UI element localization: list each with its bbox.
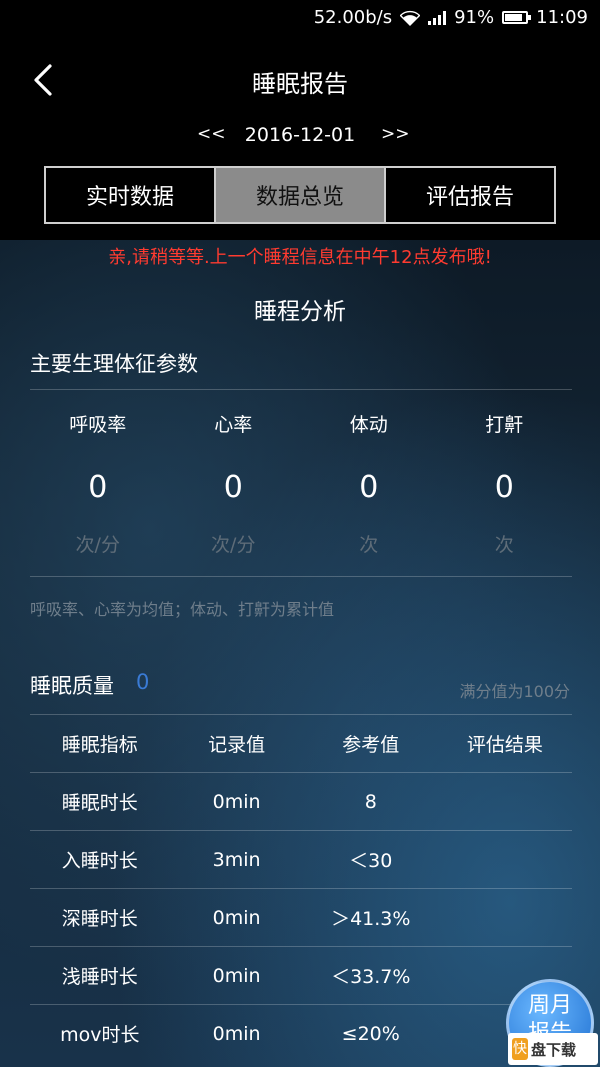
- vital-unit: 次: [494, 534, 514, 556]
- vital-value: 0: [223, 470, 243, 505]
- vitals-title: 主要生理体征参数: [30, 352, 198, 376]
- watermark-text: 盘下载: [531, 1040, 577, 1059]
- section-title: 睡程分析: [254, 299, 346, 325]
- table-cell: 0min: [212, 1022, 261, 1045]
- vital-value: 0: [494, 470, 514, 505]
- status-bar: 52.00b/s 91% 11:09: [0, 0, 600, 36]
- watermark-logo: 快: [512, 1038, 528, 1060]
- column-header: 参考值: [342, 734, 400, 756]
- table-cell: mov时长: [60, 1024, 140, 1046]
- vital-unit: 次/分: [211, 534, 256, 556]
- next-date-button[interactable]: >>: [381, 124, 410, 144]
- table-cell: 3min: [212, 848, 261, 871]
- table-cell: ≤20%: [341, 1022, 400, 1045]
- vital-label: 体动: [349, 414, 388, 436]
- signal-icon: [428, 10, 447, 25]
- vital-unit: 次/分: [75, 534, 120, 556]
- clock: 11:09: [536, 7, 588, 28]
- vital-label: 心率: [214, 414, 253, 436]
- vital-label: 呼吸率: [69, 414, 127, 436]
- current-date: 2016-12-01: [244, 124, 356, 146]
- page-title: 睡眠报告: [252, 70, 348, 98]
- tab-realtime-data[interactable]: 实时数据: [44, 166, 216, 224]
- vital-heart-rate: 心率 0 次/分: [166, 410, 302, 557]
- table-cell: 0min: [212, 964, 261, 987]
- table-cell: 0min: [212, 906, 261, 929]
- battery-percent: 91%: [454, 7, 495, 28]
- header: 睡眠报告 << 2016-12-01 >> 实时数据 数据总览 评估报告: [0, 36, 600, 240]
- table-row: mov时长 0min ≤20%: [30, 1004, 572, 1062]
- table-cell: 深睡时长: [61, 908, 138, 930]
- table-cell: 入睡时长: [61, 850, 138, 872]
- table-header: 睡眠指标 记录值 参考值 评估结果: [30, 714, 572, 772]
- battery-fill: [505, 14, 522, 21]
- network-speed: 52.00b/s: [313, 7, 393, 28]
- table-cell: 8: [364, 790, 377, 813]
- column-header: 评估结果: [466, 734, 543, 756]
- quality-table: 睡眠指标 记录值 参考值 评估结果 睡眠时长 0min 8 入睡时长 3min …: [30, 714, 572, 1062]
- vital-label: 打鼾: [485, 414, 524, 436]
- quality-note: 满分值为100分: [459, 682, 570, 701]
- table-row: 睡眠时长 0min 8: [30, 772, 572, 830]
- divider: [30, 576, 572, 577]
- table-cell: 睡眠时长: [61, 792, 138, 814]
- tab-bar: 实时数据 数据总览 评估报告: [44, 166, 556, 224]
- prev-date-button[interactable]: <<: [197, 124, 226, 144]
- table-cell: ＜33.7%: [331, 966, 411, 988]
- report-content[interactable]: 亲,请稍等等.上一个睡程信息在中午12点发布哦! 睡程分析 主要生理体征参数 呼…: [0, 240, 600, 1067]
- vitals-note: 呼吸率、心率为均值；体动、打鼾为累计值: [30, 600, 335, 619]
- tab-assessment-report[interactable]: 评估报告: [386, 166, 556, 224]
- table-cell: ＞41.3%: [331, 908, 411, 930]
- battery-icon: [502, 11, 532, 24]
- vitals-grid: 呼吸率 0 次/分 心率 0 次/分 体动 0 次 打鼾 0 次: [30, 410, 572, 557]
- table-row: 入睡时长 3min ＜30: [30, 830, 572, 888]
- divider: [30, 389, 572, 390]
- status-bar-right: 52.00b/s 91% 11:09: [314, 7, 588, 28]
- vital-snoring: 打鼾 0 次: [437, 410, 573, 557]
- notice-text: 亲,请稍等等.上一个睡程信息在中午12点发布哦!: [108, 247, 492, 268]
- table-cell: 0min: [212, 790, 261, 813]
- vital-unit: 次: [359, 534, 379, 556]
- vital-value: 0: [359, 470, 379, 505]
- column-header: 记录值: [208, 734, 266, 756]
- table-cell: 浅睡时长: [61, 966, 138, 988]
- watermark: 快 盘下载: [508, 1033, 598, 1065]
- vital-movement: 体动 0 次: [301, 410, 437, 557]
- quality-score: 0: [136, 670, 150, 694]
- vital-respiration: 呼吸率 0 次/分: [30, 410, 166, 557]
- table-row: 深睡时长 0min ＞41.3%: [30, 888, 572, 946]
- table-row: 浅睡时长 0min ＜33.7%: [30, 946, 572, 1004]
- fab-line1: 周月: [527, 993, 572, 1018]
- column-header: 睡眠指标: [61, 734, 138, 756]
- quality-label: 睡眠质量: [30, 674, 114, 698]
- wifi-icon: [400, 10, 421, 26]
- vital-value: 0: [88, 470, 108, 505]
- table-cell: ＜30: [349, 850, 393, 872]
- tab-data-overview[interactable]: 数据总览: [216, 166, 386, 224]
- date-navigator: << 2016-12-01 >>: [0, 124, 600, 146]
